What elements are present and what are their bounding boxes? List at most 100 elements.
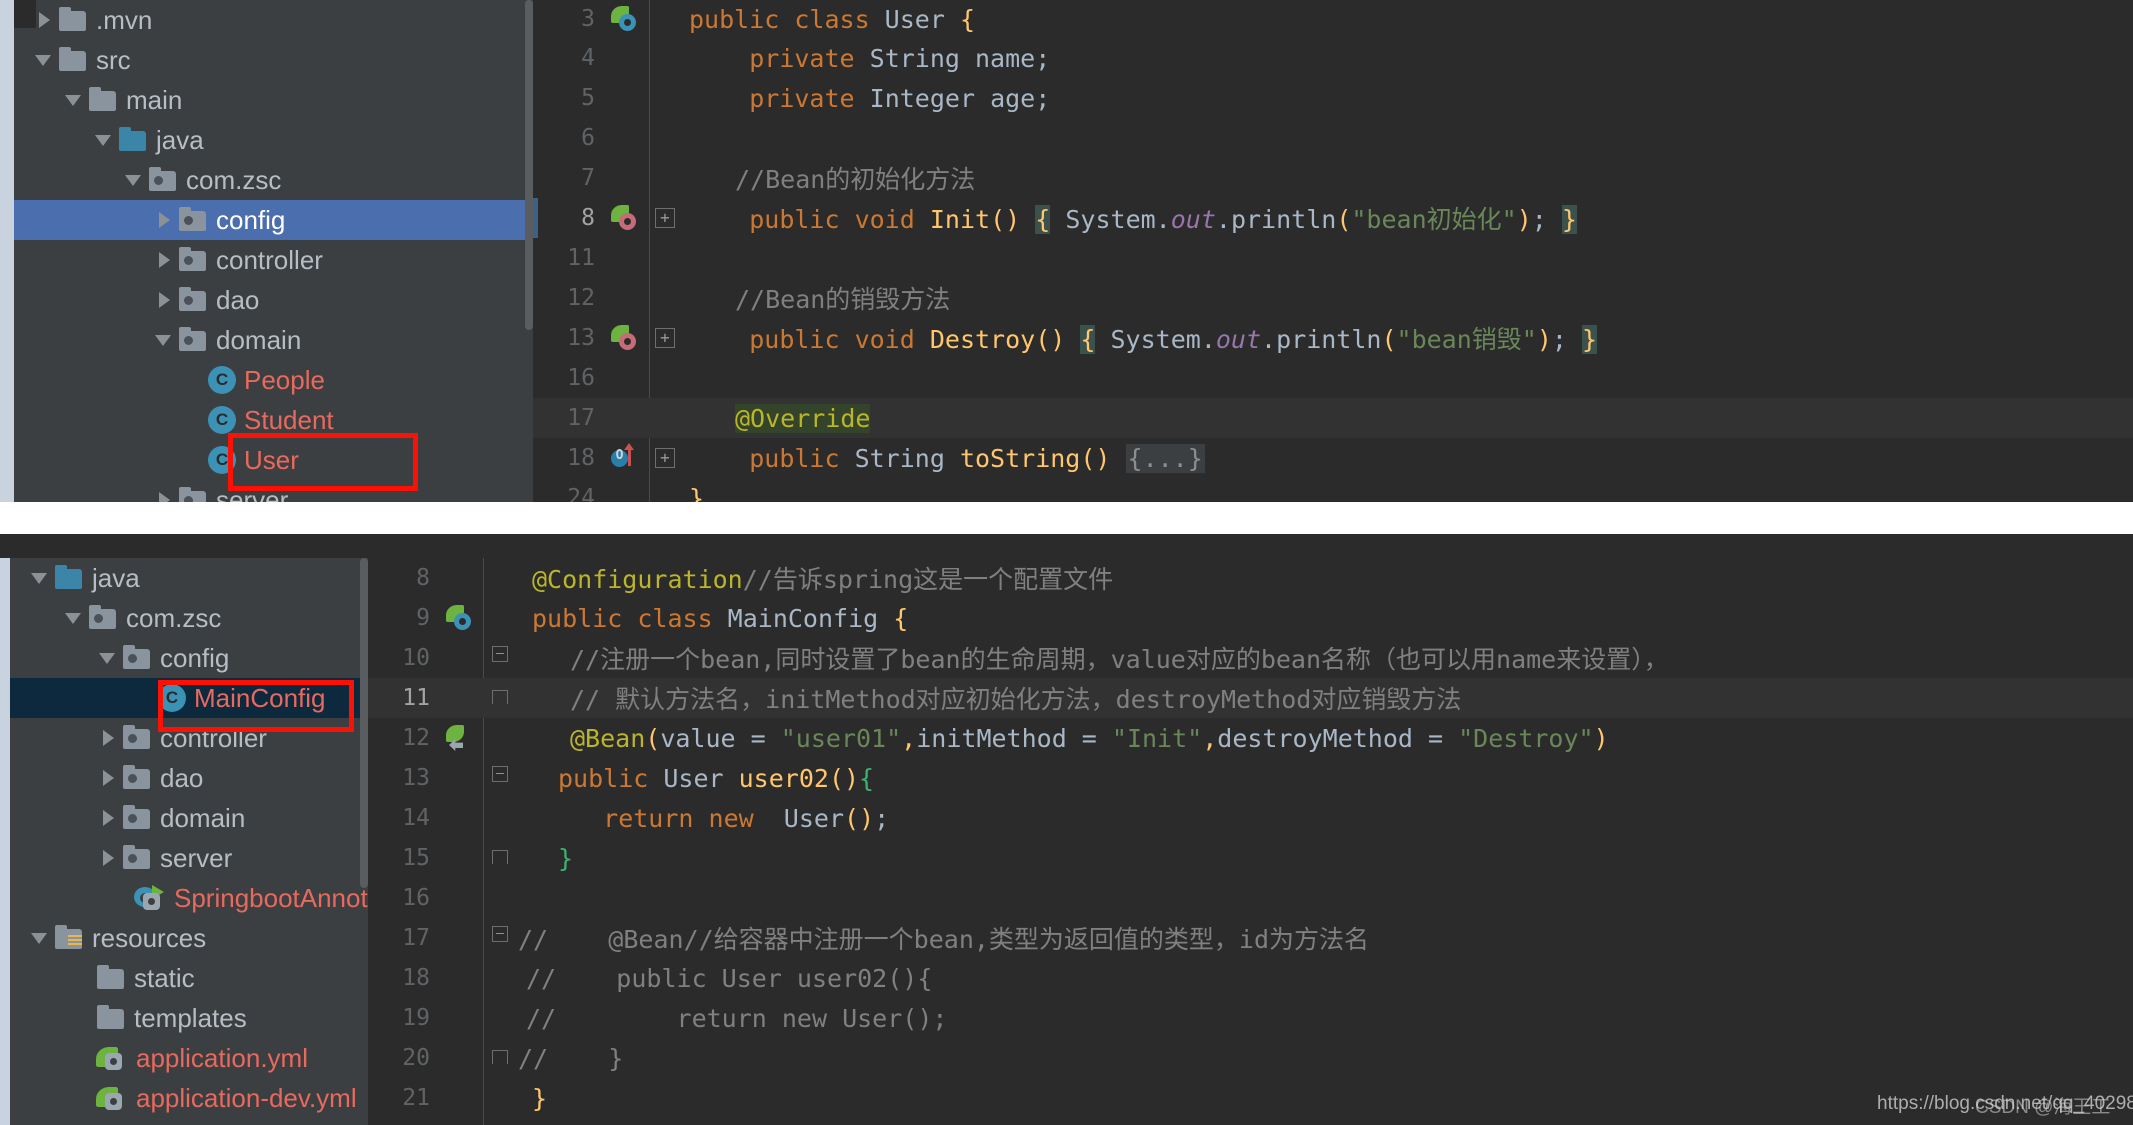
gutter-marker[interactable] (605, 438, 649, 478)
line-number: 5 (581, 85, 595, 111)
expand-fold-icon[interactable]: + (655, 208, 675, 228)
gutter-marker[interactable] (605, 198, 649, 238)
tree-item-src[interactable]: src (14, 40, 533, 80)
package-icon (88, 605, 118, 631)
collapse-fold-icon[interactable]: – (492, 646, 508, 662)
tree-item-server[interactable]: server (10, 838, 368, 878)
line-number: 12 (567, 285, 595, 311)
chevron-right-icon[interactable] (152, 487, 178, 502)
tree-item-templates[interactable]: templates (10, 998, 368, 1038)
top-ide-pane: .mvn src main java com.zsc config contro… (0, 0, 2133, 502)
expand-fold-icon[interactable]: + (655, 328, 675, 348)
chevron-right-icon[interactable] (96, 725, 122, 751)
java-class-icon (208, 446, 236, 474)
tree-item-controller[interactable]: controller (14, 240, 533, 280)
fold-gutter (484, 1078, 518, 1118)
fold-gutter[interactable]: + (649, 198, 683, 238)
folder-icon (96, 1005, 126, 1031)
tree-item-java[interactable]: java (14, 120, 533, 160)
fold-region-end-icon[interactable] (492, 850, 508, 864)
tree-item-application-yml[interactable]: application.yml (10, 1038, 368, 1078)
tree-item-mainconfig[interactable]: MainConfig (10, 678, 368, 718)
tree-item-label: config (160, 642, 230, 673)
chevron-down-icon[interactable] (122, 167, 148, 193)
fold-gutter[interactable] (484, 838, 518, 878)
tree-item-label: resources (92, 922, 207, 953)
tree-item-resources[interactable]: resources (10, 918, 368, 958)
tree-item-server[interactable]: server (14, 480, 533, 502)
chevron-down-icon[interactable] (62, 87, 88, 113)
bottom-project-tree[interactable]: java com.zsc config MainConfig (0, 558, 368, 1125)
tree-item-application-dev-yml[interactable]: application-dev.yml (10, 1078, 368, 1118)
chevron-right-icon[interactable] (152, 287, 178, 313)
chevron-right-icon[interactable] (152, 247, 178, 273)
tree-item-user[interactable]: User (14, 440, 533, 480)
expand-fold-icon[interactable]: + (655, 448, 675, 468)
chevron-right-icon[interactable] (96, 845, 122, 871)
top-project-tree[interactable]: .mvn src main java com.zsc config contro… (0, 0, 533, 502)
tree-item-config[interactable]: config (10, 638, 368, 678)
code-text: //Bean的销毁方法 (735, 285, 951, 314)
tree-scrollbar[interactable] (360, 558, 368, 888)
line-number: 6 (581, 125, 595, 151)
chevron-down-icon[interactable] (28, 565, 54, 591)
fold-gutter[interactable] (484, 678, 518, 718)
fold-gutter[interactable] (649, 0, 683, 39)
code-text: } (689, 483, 705, 503)
tree-item-domain[interactable]: domain (10, 798, 368, 838)
tree-item-controller[interactable]: controller (10, 718, 368, 758)
fold-region-end-icon[interactable] (492, 690, 508, 704)
gutter-marker[interactable] (605, 0, 649, 39)
collapse-fold-icon[interactable]: – (492, 766, 508, 782)
chevron-down-icon[interactable] (92, 127, 118, 153)
code-line: 17 – // @Bean//给容器中注册一个bean,类型为返回值的类型，id… (368, 918, 2133, 958)
tree-item-static[interactable]: static (10, 958, 368, 998)
tree-item-main[interactable]: main (14, 80, 533, 120)
line-number: 14 (402, 805, 430, 831)
tree-item-student[interactable]: Student (14, 400, 533, 440)
tree-item-java[interactable]: java (10, 558, 368, 598)
fold-gutter[interactable]: + (649, 438, 683, 478)
package-icon (178, 207, 208, 233)
collapsed-body-chip[interactable]: {...} (1125, 443, 1205, 473)
chevron-down-icon[interactable] (28, 925, 54, 951)
top-code-editor[interactable]: 3 public class User { 4 private String n… (533, 0, 2133, 502)
resources-folder-icon (54, 925, 84, 951)
collapse-fold-icon[interactable]: – (492, 926, 508, 942)
fold-gutter[interactable]: – (484, 918, 518, 958)
tree-item-com-zsc[interactable]: com.zsc (14, 160, 533, 200)
fold-gutter (649, 238, 683, 278)
tree-item-springbootannot[interactable]: SpringbootAnnot (10, 878, 368, 918)
tree-item-dao[interactable]: dao (14, 280, 533, 320)
tree-scrollbar[interactable] (525, 0, 533, 330)
fold-gutter (484, 558, 518, 598)
chevron-right-icon[interactable] (152, 207, 178, 233)
tree-item-com-zsc[interactable]: com.zsc (10, 598, 368, 638)
tree-item-domain[interactable]: domain (14, 320, 533, 360)
fold-gutter (649, 78, 683, 118)
gutter-marker[interactable] (440, 598, 484, 638)
tree-item-mvn[interactable]: .mvn (14, 0, 533, 40)
tree-item-people[interactable]: People (14, 360, 533, 400)
code-line: 18 // public User user02(){ (368, 958, 2133, 998)
fold-gutter[interactable]: + (649, 318, 683, 358)
chevron-down-icon[interactable] (32, 47, 58, 73)
fold-gutter[interactable]: – (484, 638, 518, 678)
tree-item-dao[interactable]: dao (10, 758, 368, 798)
gutter-marker[interactable] (440, 718, 484, 758)
chevron-right-icon[interactable] (96, 765, 122, 791)
tree-item-config[interactable]: config (14, 200, 533, 240)
chevron-down-icon[interactable] (152, 327, 178, 353)
fold-region-end-icon[interactable] (492, 1050, 508, 1064)
gutter-marker (440, 678, 484, 718)
chevron-down-icon[interactable] (62, 605, 88, 631)
fold-gutter[interactable]: – (484, 758, 518, 798)
chevron-right-icon[interactable] (32, 7, 58, 33)
chevron-right-icon[interactable] (96, 805, 122, 831)
chevron-down-icon[interactable] (96, 645, 122, 671)
gutter-marker (440, 878, 484, 918)
bottom-code-editor[interactable]: 8 @Configuration//告诉spring这是一个配置文件 9 pub… (368, 558, 2133, 1125)
fold-gutter[interactable] (484, 1038, 518, 1078)
gutter-marker[interactable] (605, 318, 649, 358)
code-text: // return new User(); (526, 1003, 948, 1033)
